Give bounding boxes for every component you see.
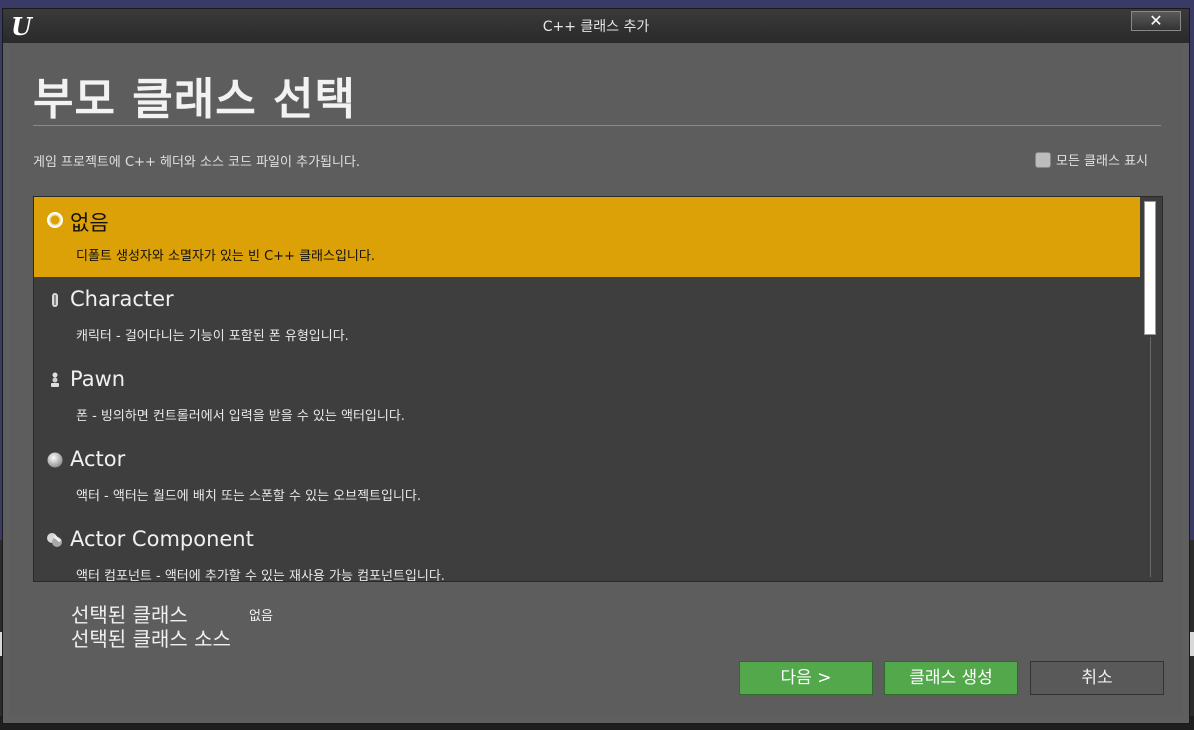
class-description: 액터 - 액터는 월드에 배치 또는 스폰할 수 있는 오브젝트입니다. — [76, 489, 422, 504]
character-icon — [52, 293, 58, 307]
class-name: 없음 — [70, 211, 109, 235]
show-all-classes-label: 모든 클래스 표시 — [1056, 154, 1148, 169]
dialog-subtitle: 게임 프로젝트에 C++ 헤더와 소스 코드 파일이 추가됩니다. — [33, 155, 361, 170]
add-cpp-class-dialog: U C++ 클래스 추가 ✕ 부모 클래스 선택 게임 프로젝트에 C++ 헤더… — [2, 8, 1190, 724]
create-class-button[interactable]: 클래스 생성 — [884, 661, 1018, 695]
class-description: 액터 컴포넌트 - 액터에 추가할 수 있는 재사용 가능 컴포넌트입니다. — [76, 569, 445, 582]
scrollbar-thumb[interactable] — [1144, 201, 1156, 335]
class-name: Character — [70, 287, 174, 311]
selected-class-value: 없음 — [249, 609, 273, 624]
pawn-icon — [51, 372, 59, 387]
class-description: 캐릭터 - 걸어다니는 기능이 포함된 폰 유형입니다. — [76, 329, 349, 344]
cancel-button[interactable]: 취소 — [1030, 661, 1164, 695]
class-item-none[interactable]: 없음 디폴트 생성자와 소멸자가 있는 빈 C++ 클래스입니다. — [34, 197, 1140, 277]
dialog-content: 부모 클래스 선택 게임 프로젝트에 C++ 헤더와 소스 코드 파일이 추가됩… — [9, 43, 1183, 717]
class-item-character[interactable]: Character 캐릭터 - 걸어다니는 기능이 포함된 폰 유형입니다. — [34, 277, 1140, 357]
close-button[interactable]: ✕ — [1131, 11, 1181, 31]
title-divider — [33, 125, 1161, 126]
scrollbar-track — [1150, 337, 1151, 577]
next-button[interactable]: 다음 > — [739, 661, 873, 695]
parent-class-list[interactable]: 없음 디폴트 생성자와 소멸자가 있는 빈 C++ 클래스입니다. Charac… — [33, 196, 1163, 582]
class-item-pawn[interactable]: Pawn 폰 - 빙의하면 컨트롤러에서 입력을 받을 수 있는 액터입니다. — [34, 357, 1140, 437]
window-title: C++ 클래스 추가 — [542, 19, 650, 35]
title-bar[interactable]: U C++ 클래스 추가 ✕ — [3, 9, 1189, 43]
page-title: 부모 클래스 선택 — [33, 74, 356, 125]
class-item-actor[interactable]: Actor 액터 - 액터는 월드에 배치 또는 스폰할 수 있는 오브젝트입니… — [34, 437, 1140, 517]
class-description: 디폴트 생성자와 소멸자가 있는 빈 C++ 클래스입니다. — [76, 249, 375, 264]
actor-component-icon — [47, 533, 62, 547]
none-circle-icon — [47, 212, 63, 228]
class-name: Pawn — [70, 367, 126, 391]
class-name: Actor — [70, 447, 126, 471]
class-description: 폰 - 빙의하면 컨트롤러에서 입력을 받을 수 있는 액터입니다. — [76, 409, 405, 424]
class-item-actor-component[interactable]: Actor Component 액터 컴포넌트 - 액터에 추가할 수 있는 재… — [34, 517, 1140, 582]
show-all-classes-checkbox[interactable] — [1035, 151, 1051, 168]
selected-class-source-label: 선택된 클래스 소스 — [71, 627, 231, 651]
class-name: Actor Component — [70, 527, 254, 551]
actor-sphere-icon — [47, 452, 63, 468]
show-all-classes-toggle[interactable]: 모든 클래스 표시 — [1035, 150, 1148, 169]
